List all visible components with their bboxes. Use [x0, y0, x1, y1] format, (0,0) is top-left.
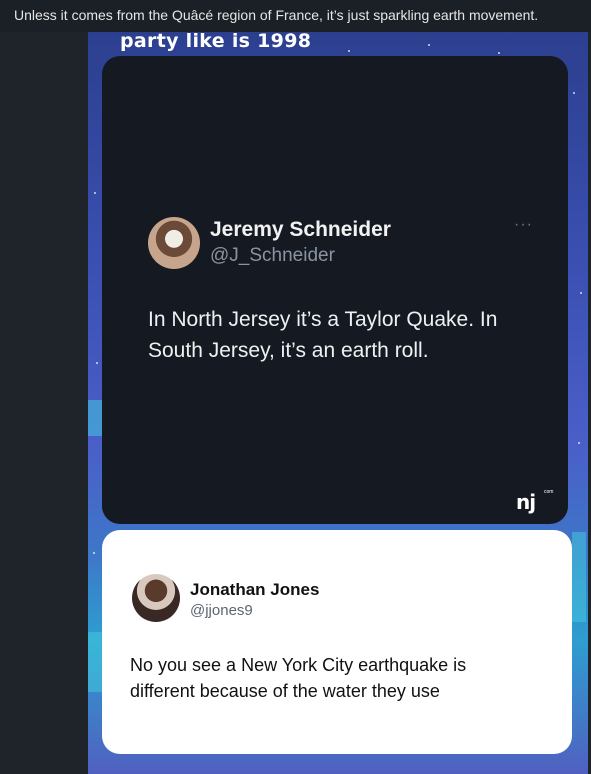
tweet-author-handle: @jjones9: [190, 602, 253, 619]
tweet-author-name: Jeremy Schneider: [210, 218, 391, 241]
nj-logo-small-text: com: [544, 489, 554, 495]
tweet-card-dark: Jeremy Schneider @J_Schneider ··· In Nor…: [102, 56, 568, 524]
more-options-icon: ···: [514, 216, 533, 233]
meme-image[interactable]: party like is 1998 Jeremy Schneider @J_S…: [88, 32, 588, 774]
post-caption: Unless it comes from the Quâcé region of…: [0, 0, 591, 32]
tweet-text: No you see a New York City earthquake is…: [130, 655, 467, 701]
left-gutter: [0, 32, 88, 774]
avatar: [132, 574, 180, 622]
nj-logo: nj: [516, 490, 536, 514]
background-caption: party like is 1998: [120, 32, 312, 52]
tweet-text: In North Jersey it’s a Taylor Quake. In …: [148, 308, 498, 362]
tweet-author-name: Jonathan Jones: [190, 580, 320, 599]
tweet-card-light: Jonathan Jones @jjones9 No you see a New…: [102, 530, 572, 754]
avatar: [148, 217, 200, 269]
tweet-author-handle: @J_Schneider: [210, 245, 335, 266]
